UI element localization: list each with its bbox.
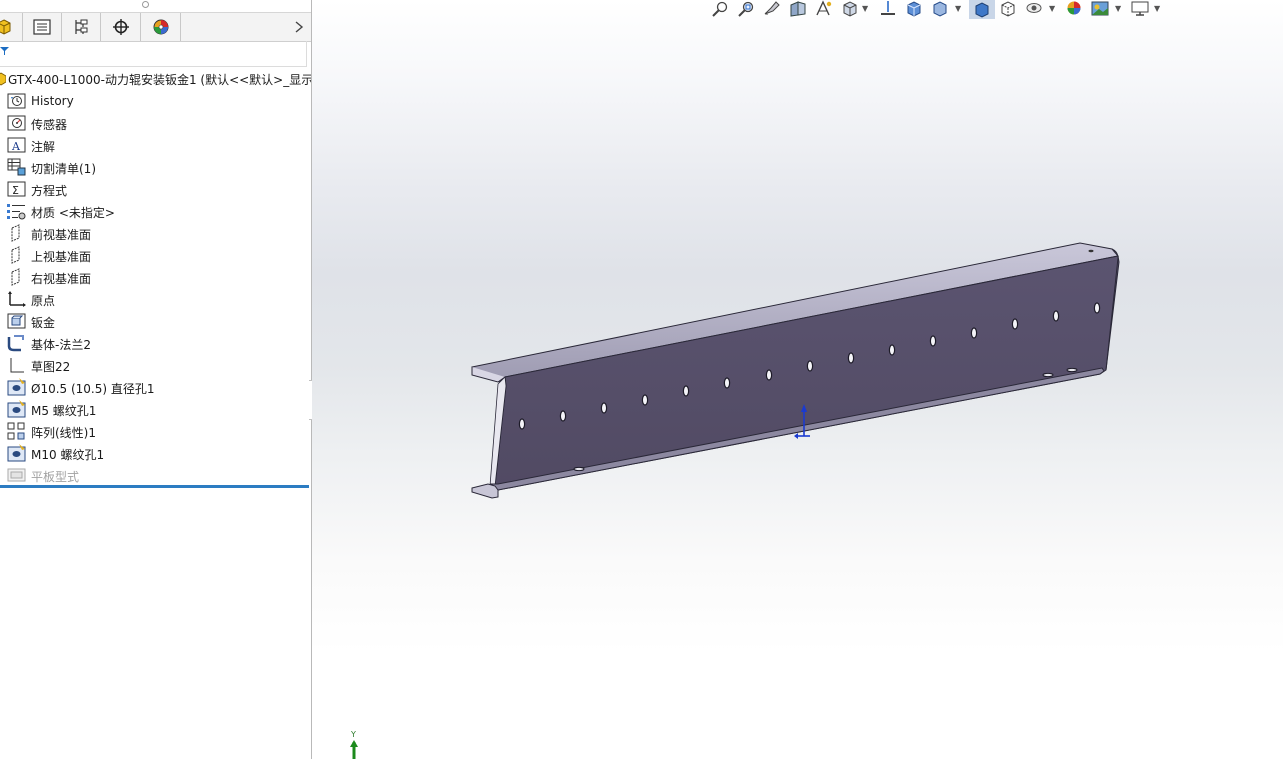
hole-wizard-icon xyxy=(7,378,26,396)
svg-text:A: A xyxy=(11,140,21,153)
graphics-area[interactable]: ▼ ▼ ▼ ▼ ▼ Y xyxy=(312,0,1283,759)
featuremanager-tab[interactable] xyxy=(0,13,23,41)
tree-item-label: 钣金 xyxy=(31,316,56,330)
tree-item-label: 阵列(线性)1 xyxy=(31,426,96,440)
history-folder-icon xyxy=(7,92,26,110)
material-icon xyxy=(7,202,26,220)
tree-item[interactable]: Σ 方程式 xyxy=(0,178,310,200)
tree-item-label: 右视基准面 xyxy=(31,272,92,286)
tree-item[interactable]: 原点 xyxy=(0,288,310,310)
plane-icon xyxy=(7,268,26,286)
tree-item-label: 平板型式 xyxy=(31,470,80,484)
bottom-flange-hole[interactable] xyxy=(1066,367,1078,373)
tree-item[interactable]: History xyxy=(0,90,310,112)
tree-item-label: 前视基准面 xyxy=(31,228,92,242)
cut-list-icon xyxy=(7,158,26,176)
plane-icon xyxy=(7,224,26,242)
tree-item[interactable]: 草图22 xyxy=(0,354,310,376)
hole-wizard-icon xyxy=(7,400,26,418)
tree-item[interactable]: 传感器 xyxy=(0,112,310,134)
part-icon xyxy=(0,72,6,86)
displaymanager-tab[interactable] xyxy=(142,13,181,41)
flat-pattern-icon xyxy=(7,466,26,484)
propertymanager-icon xyxy=(33,19,51,35)
tree-item[interactable]: 右视基准面 xyxy=(0,266,310,288)
tree-item[interactable]: 前视基准面 xyxy=(0,222,310,244)
tree-item-label: 原点 xyxy=(31,294,56,308)
tree-item-label: 材质 <未指定> xyxy=(31,206,115,220)
reference-triad: Y xyxy=(350,730,358,759)
svg-text:Σ: Σ xyxy=(12,184,19,197)
tree-root-part[interactable]: GTX-400-L1000-动力辊安装钣金1 (默认<<默认>_显示 xyxy=(0,69,311,89)
tree-item[interactable]: 基体-法兰2 xyxy=(0,332,310,354)
tree-item-label: Ø10.5 (10.5) 直径孔1 xyxy=(31,382,155,396)
filter-funnel-icon[interactable] xyxy=(0,46,9,56)
propertymanager-tab[interactable] xyxy=(23,13,62,41)
feature-manager-panel: GTX-400-L1000-动力辊安装钣金1 (默认<<默认>_显示 Histo… xyxy=(0,0,312,759)
part-model-view[interactable] xyxy=(312,0,1283,759)
displaymanager-appearance-icon xyxy=(153,19,169,35)
tree-item-label: History xyxy=(31,94,74,108)
linear-pattern-icon xyxy=(7,422,26,440)
tree-filter-bar[interactable] xyxy=(0,41,307,67)
tree-item-label: 方程式 xyxy=(31,184,68,198)
base-flange-icon xyxy=(7,334,26,352)
tree-item-label: 切割清单(1) xyxy=(31,162,96,176)
tree-item-label: 传感器 xyxy=(31,118,68,132)
dimxpertmanager-tab[interactable] xyxy=(102,13,141,41)
tree-item[interactable]: 平板型式 xyxy=(0,464,310,486)
tree-item-label: M10 螺纹孔1 xyxy=(31,448,105,462)
bottom-flange-hole[interactable] xyxy=(573,466,585,472)
bottom-flange-lip[interactable] xyxy=(471,483,499,499)
tree-item[interactable]: M10 螺纹孔1 xyxy=(0,442,310,464)
sheet-metal-icon xyxy=(7,312,26,330)
bottom-flange-hole[interactable] xyxy=(1042,372,1054,378)
triad-y-label: Y xyxy=(350,730,356,739)
tree-item-label: M5 螺纹孔1 xyxy=(31,404,97,418)
tree-item-label: 草图22 xyxy=(31,360,71,374)
sketch-icon xyxy=(7,356,26,374)
annotations-icon: A xyxy=(7,136,26,154)
web-face[interactable] xyxy=(494,255,1120,491)
rollback-bar[interactable] xyxy=(0,485,309,488)
tree-item[interactable]: Ø10.5 (10.5) 直径孔1 xyxy=(0,376,310,398)
more-tabs-chevron-icon[interactable] xyxy=(290,17,308,37)
tree-item-label: 上视基准面 xyxy=(31,250,92,264)
tree-item[interactable]: 阵列(线性)1 xyxy=(0,420,310,442)
tree-item[interactable]: 切割清单(1) xyxy=(0,156,310,178)
tree-item-label: 注解 xyxy=(31,140,56,154)
hole-wizard-icon xyxy=(7,444,26,462)
tree-item[interactable]: 材质 <未指定> xyxy=(0,200,310,222)
panel-resize-grip[interactable] xyxy=(142,1,149,8)
tree-item[interactable]: A 注解 xyxy=(0,134,310,156)
tree-item[interactable]: 上视基准面 xyxy=(0,244,310,266)
tree-item-label: 基体-法兰2 xyxy=(31,338,91,352)
plane-icon xyxy=(7,246,26,264)
origin-icon xyxy=(7,290,26,308)
tree-item[interactable]: M5 螺纹孔1 xyxy=(0,398,310,420)
configurationmanager-tab[interactable] xyxy=(62,13,101,41)
manager-tab-bar xyxy=(0,12,311,42)
featuremanager-icon xyxy=(0,19,10,35)
sensors-icon xyxy=(7,114,26,132)
equations-icon: Σ xyxy=(7,180,26,198)
top-flange-hole[interactable] xyxy=(1088,249,1094,253)
dimxpert-crosshair-icon xyxy=(113,19,129,35)
part-name-label: GTX-400-L1000-动力辊安装钣金1 (默认<<默认>_显示 xyxy=(8,73,311,87)
tree-item[interactable]: 钣金 xyxy=(0,310,310,332)
configurationmanager-icon xyxy=(75,19,88,34)
